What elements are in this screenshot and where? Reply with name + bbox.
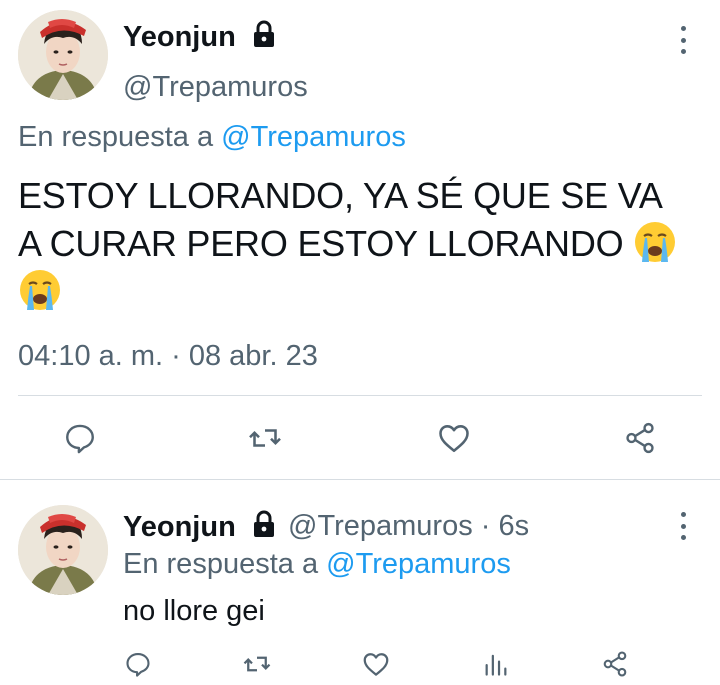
share-button[interactable]	[620, 418, 660, 458]
reply-button[interactable]	[60, 418, 100, 458]
loudly-crying-face-emoji-icon	[635, 222, 676, 262]
like-button[interactable]	[360, 648, 392, 680]
share-button[interactable]	[599, 648, 631, 680]
lock-icon	[253, 510, 274, 537]
reply-tweet-author-name[interactable]: Yeonjun	[123, 510, 276, 544]
lock-icon	[253, 20, 274, 47]
retweet-button[interactable]	[245, 418, 285, 458]
tweet-separator	[0, 479, 720, 480]
reply-icon	[126, 653, 150, 677]
reply-mention-link[interactable]: @Trepamuros	[326, 548, 511, 580]
reply-tweet-reply-context: En respuesta a @Trepamuros	[123, 548, 511, 581]
heart-icon	[439, 425, 469, 453]
views-icon	[485, 654, 507, 676]
reply-tweet-avatar[interactable]	[18, 505, 108, 595]
reply-mention-link[interactable]: @Trepamuros	[221, 121, 406, 153]
retweet-button[interactable]	[241, 648, 273, 680]
reply-button[interactable]	[122, 648, 154, 680]
main-tweet-author-handle[interactable]: @Trepamuros	[123, 71, 308, 104]
heart-icon	[363, 653, 389, 676]
divider	[18, 395, 702, 396]
retweet-icon	[243, 656, 271, 672]
views-button[interactable]	[480, 648, 512, 680]
like-button[interactable]	[434, 418, 474, 458]
author-name-text: Yeonjun	[123, 21, 236, 53]
loudly-crying-face-emoji-icon	[20, 270, 60, 310]
main-tweet-reply-context: En respuesta a @Trepamuros	[18, 121, 406, 154]
main-tweet-text: ESTOY LLORANDO, YA SÉ QUE SE VA A CURAR …	[18, 172, 718, 316]
main-tweet-text-line1: ESTOY LLORANDO, YA SÉ QUE SE VA	[18, 175, 663, 216]
main-tweet-text-line2: A CURAR PERO ESTOY LLORANDO	[18, 223, 624, 264]
main-tweet-timestamp[interactable]: 04:10 a. m. · 08 abr. 23	[18, 340, 318, 373]
reply-icon	[66, 424, 94, 454]
reply-prefix: En respuesta a	[123, 548, 327, 580]
reply-tweet-text: no llore gei	[123, 595, 265, 627]
reply-prefix: En respuesta a	[18, 121, 222, 153]
reply-tweet-more-icon[interactable]	[677, 512, 689, 540]
share-icon	[626, 422, 654, 454]
author-name-text: Yeonjun	[123, 511, 236, 543]
reply-tweet-handle-time[interactable]: @Trepamuros · 6s	[288, 510, 529, 543]
retweet-icon	[249, 429, 281, 447]
main-tweet-more-icon[interactable]	[677, 26, 689, 54]
main-tweet-author-name[interactable]: Yeonjun	[123, 20, 276, 54]
main-tweet-avatar[interactable]	[18, 10, 108, 100]
share-icon	[603, 651, 627, 677]
